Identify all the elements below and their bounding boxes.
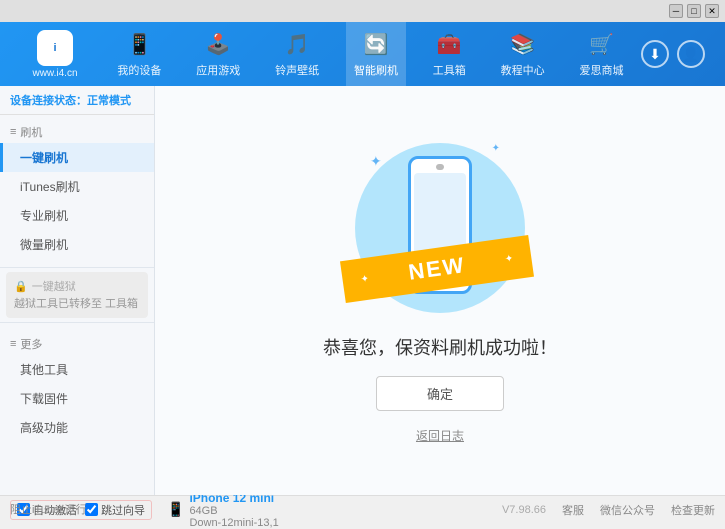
nav-tutorial-label: 教程中心 bbox=[501, 62, 545, 78]
one-key-flash-label: 一键刷机 bbox=[20, 149, 68, 166]
more-section-icon: ≡ bbox=[10, 338, 16, 350]
bottom-right: V7.98.66 客服 微信公众号 检查更新 bbox=[502, 502, 715, 518]
logo[interactable]: i www.i4.cn bbox=[10, 30, 100, 79]
nav-apps-games[interactable]: 🕹️ 应用游戏 bbox=[188, 22, 248, 86]
smart-flash-icon: 🔄 bbox=[362, 30, 390, 58]
user-button[interactable]: 👤 bbox=[677, 40, 705, 68]
jailbreak-title: 🔒 一键越狱 bbox=[14, 278, 140, 294]
more-section-label: 更多 bbox=[20, 336, 42, 352]
main-layout: 设备连接状态：正常模式 ≡ 刷机 一键刷机 iTunes刷机 专业刷机 微量刷机 bbox=[0, 86, 725, 495]
sidebar-item-other-tools[interactable]: 其他工具 bbox=[0, 355, 154, 384]
check-update-link[interactable]: 检查更新 bbox=[671, 502, 715, 518]
toolbox-icon: 🧰 bbox=[435, 30, 463, 58]
nav-items: 📱 我的设备 🕹️ 应用游戏 🎵 铃声壁纸 🔄 智能刷机 🧰 工具箱 📚 教程中… bbox=[100, 22, 641, 86]
flash-section-icon: ≡ bbox=[10, 126, 16, 138]
download-firmware-label: 下载固件 bbox=[20, 390, 68, 407]
divider-2 bbox=[0, 322, 154, 323]
phone-icon: 📱 bbox=[167, 501, 184, 518]
status-value: 正常模式 bbox=[87, 95, 131, 107]
bottom-bar: 自动激活 跳过向导 📱 iPhone 12 mini 64GB Down-12m… bbox=[0, 495, 725, 523]
sidebar-item-one-key-flash[interactable]: 一键刷机 bbox=[0, 143, 154, 172]
more-section: ≡ 更多 其他工具 下载固件 高级功能 bbox=[0, 327, 154, 446]
connection-status: 设备连接状态：正常模式 bbox=[0, 86, 154, 115]
nav-tutorial[interactable]: 📚 教程中心 bbox=[493, 22, 553, 86]
other-tools-label: 其他工具 bbox=[20, 361, 68, 378]
header-right: ⬇ 👤 bbox=[641, 40, 715, 68]
confirm-button[interactable]: 确定 bbox=[376, 376, 504, 411]
logo-site: www.i4.cn bbox=[32, 68, 77, 79]
customer-service-link[interactable]: 客服 bbox=[562, 502, 584, 518]
version-label: V7.98.66 bbox=[502, 504, 546, 516]
my-device-icon: 📱 bbox=[125, 30, 153, 58]
itunes-status-label: 阻止iTunes运行 bbox=[10, 501, 87, 517]
itunes-running-status: 阻止iTunes运行 bbox=[10, 495, 87, 523]
sidebar-item-advanced[interactable]: 高级功能 bbox=[0, 413, 154, 442]
nav-toolbox-label: 工具箱 bbox=[433, 62, 466, 78]
pro-flash-label: 专业刷机 bbox=[20, 207, 68, 224]
close-button[interactable]: ✕ bbox=[705, 4, 719, 18]
device-storage: 64GB bbox=[189, 505, 278, 517]
jailbreak-label: 一键越狱 bbox=[32, 278, 76, 294]
title-bar: ─ □ ✕ bbox=[0, 0, 725, 22]
sidebar: 设备连接状态：正常模式 ≡ 刷机 一键刷机 iTunes刷机 专业刷机 微量刷机 bbox=[0, 86, 155, 495]
sparkle-right: ✦ bbox=[504, 252, 514, 264]
new-badge: NEW bbox=[407, 252, 467, 286]
divider-1 bbox=[0, 267, 154, 268]
sidebar-item-itunes-flash[interactable]: iTunes刷机 bbox=[0, 172, 154, 201]
logo-icon: i bbox=[37, 30, 73, 66]
success-title: 恭喜您，保资料刷机成功啦！ bbox=[323, 334, 557, 360]
download-button[interactable]: ⬇ bbox=[641, 40, 669, 68]
nav-store[interactable]: 🛒 爱思商城 bbox=[571, 22, 631, 86]
flash-section-title: ≡ 刷机 bbox=[0, 119, 154, 143]
itunes-flash-label: iTunes刷机 bbox=[20, 178, 80, 195]
ringtone-icon: 🎵 bbox=[283, 30, 311, 58]
sparkle-1: ✦ bbox=[370, 153, 382, 170]
sparkle-2: ✦ bbox=[492, 143, 500, 154]
lock-icon: 🔒 bbox=[14, 280, 28, 293]
nav-my-device-label: 我的设备 bbox=[117, 62, 161, 78]
nav-ringtone-label: 铃声壁纸 bbox=[275, 62, 319, 78]
apps-games-icon: 🕹️ bbox=[204, 30, 232, 58]
back-link[interactable]: 返回日志 bbox=[416, 427, 464, 444]
maximize-button[interactable]: □ bbox=[687, 4, 701, 18]
sidebar-item-pro-flash[interactable]: 专业刷机 bbox=[0, 201, 154, 230]
sparkle-left: ✦ bbox=[360, 273, 370, 285]
micro-flash-label: 微量刷机 bbox=[20, 236, 68, 253]
success-illustration: ✦ ✦ ✦ NEW ✦ ✦ 恭喜您，保资料刷机成功啦！ 确定 返回日志 bbox=[323, 138, 557, 444]
nav-ringtone[interactable]: 🎵 铃声壁纸 bbox=[267, 22, 327, 86]
flash-section: ≡ 刷机 一键刷机 iTunes刷机 专业刷机 微量刷机 bbox=[0, 115, 154, 263]
wechat-official-link[interactable]: 微信公众号 bbox=[600, 502, 655, 518]
nav-smart-flash[interactable]: 🔄 智能刷机 bbox=[346, 22, 406, 86]
skip-wizard-checkbox-label[interactable]: 跳过向导 bbox=[85, 502, 145, 518]
minimize-button[interactable]: ─ bbox=[669, 4, 683, 18]
phone-speaker bbox=[436, 164, 444, 170]
nav-my-device[interactable]: 📱 我的设备 bbox=[109, 22, 169, 86]
advanced-label: 高级功能 bbox=[20, 419, 68, 436]
nav-apps-games-label: 应用游戏 bbox=[196, 62, 240, 78]
nav-store-label: 爱思商城 bbox=[579, 62, 623, 78]
skip-wizard-label: 跳过向导 bbox=[101, 502, 145, 518]
more-section-title: ≡ 更多 bbox=[0, 331, 154, 355]
header: i www.i4.cn 📱 我的设备 🕹️ 应用游戏 🎵 铃声壁纸 🔄 智能刷机… bbox=[0, 22, 725, 86]
phone-illustration: ✦ ✦ ✦ NEW ✦ ✦ bbox=[350, 138, 530, 318]
status-prefix: 设备连接状态： bbox=[10, 95, 87, 107]
store-icon: 🛒 bbox=[587, 30, 615, 58]
nav-toolbox[interactable]: 🧰 工具箱 bbox=[425, 22, 474, 86]
flash-section-label: 刷机 bbox=[20, 124, 42, 140]
sidebar-item-download-firmware[interactable]: 下载固件 bbox=[0, 384, 154, 413]
nav-smart-flash-label: 智能刷机 bbox=[354, 62, 398, 78]
sidebar-item-micro-flash[interactable]: 微量刷机 bbox=[0, 230, 154, 259]
tutorial-icon: 📚 bbox=[509, 30, 537, 58]
jailbreak-section: 🔒 一键越狱 越狱工具已转移至 工具箱 bbox=[6, 272, 148, 318]
main-content: ✦ ✦ ✦ NEW ✦ ✦ 恭喜您，保资料刷机成功啦！ 确定 返回日志 bbox=[155, 86, 725, 495]
jailbreak-content: 越狱工具已转移至 工具箱 bbox=[14, 297, 140, 312]
